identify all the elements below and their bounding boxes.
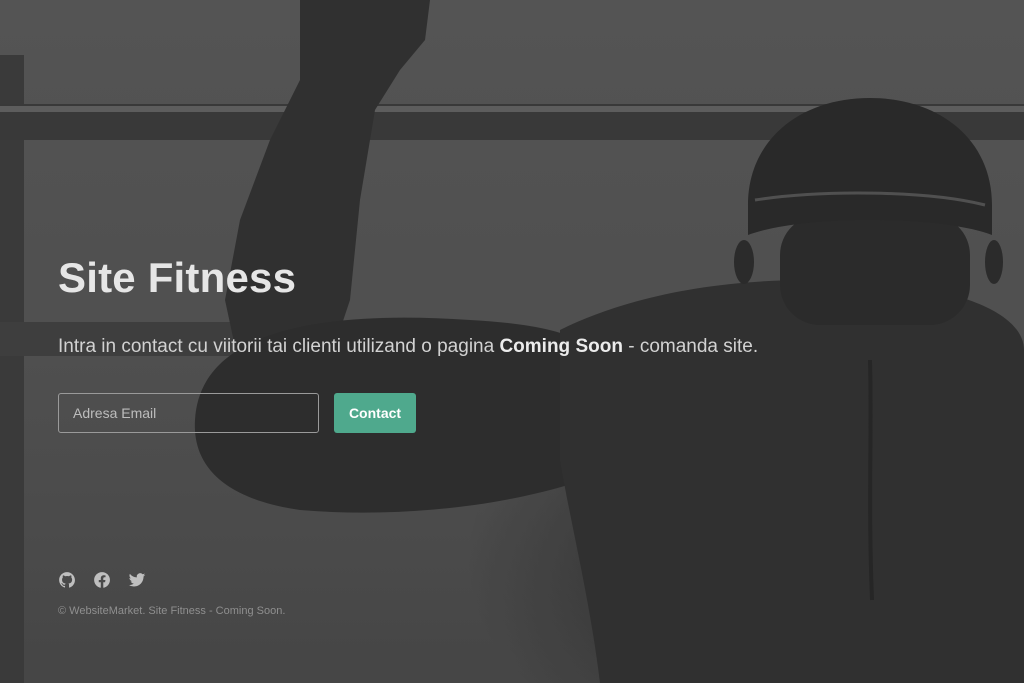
twitter-icon[interactable] <box>128 571 146 589</box>
github-icon[interactable] <box>58 571 76 589</box>
lead-text: Intra in contact cu viitorii tai clienti… <box>58 334 958 360</box>
hero-content: Site Fitness Intra in contact cu viitori… <box>58 252 958 433</box>
footer: © WebsiteMarket. Site Fitness - Coming S… <box>58 570 285 618</box>
contact-form: Contact <box>58 393 958 433</box>
lead-suffix: - comanda site. <box>622 336 759 357</box>
lead-prefix: Intra in contact cu viitorii tai clienti… <box>58 336 500 357</box>
page-title: Site Fitness <box>58 254 297 301</box>
contact-button[interactable]: Contact <box>334 393 416 433</box>
copyright-text: © WebsiteMarket. Site Fitness - Coming S… <box>58 605 286 617</box>
lead-bold: Coming Soon <box>499 336 623 357</box>
facebook-icon[interactable] <box>93 571 111 589</box>
email-input[interactable] <box>58 393 319 433</box>
social-links <box>58 570 285 590</box>
